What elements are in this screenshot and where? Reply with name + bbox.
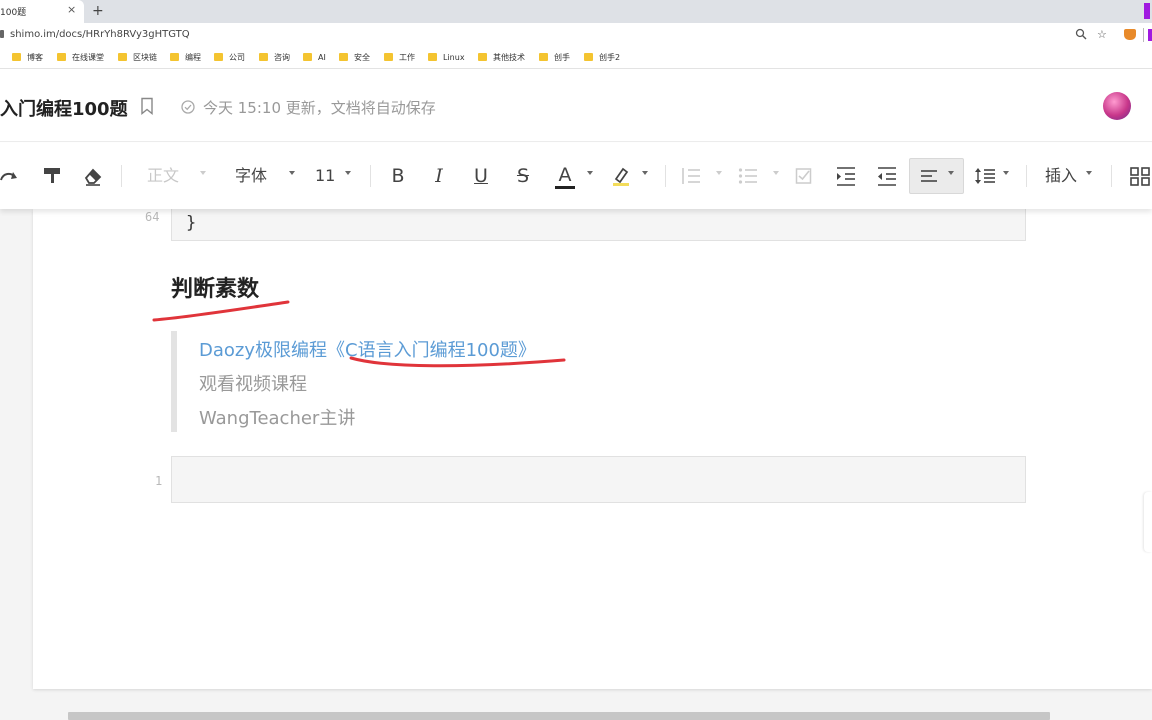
highlight-icon[interactable]	[611, 165, 631, 187]
folder-icon	[170, 53, 179, 61]
font-size-select[interactable]: 11	[315, 165, 335, 187]
folder-icon	[303, 53, 312, 61]
bookmark-item[interactable]: 安全	[339, 53, 370, 63]
extension-icon[interactable]	[1144, 3, 1150, 19]
font-color-button[interactable]: A	[555, 165, 575, 189]
toolbar-divider	[1026, 165, 1027, 187]
toolbar-divider	[1111, 165, 1112, 187]
font-family-select[interactable]: 字体	[235, 165, 267, 187]
bold-button[interactable]: B	[389, 165, 407, 187]
folder-icon	[259, 53, 268, 61]
quote-link-line[interactable]: Daozy极限编程《C语言入门编程100题》	[199, 336, 536, 362]
folder-icon	[118, 53, 127, 61]
code-block[interactable]	[171, 456, 1026, 503]
bookmark-item[interactable]: 博客	[12, 53, 43, 63]
toolbar-divider	[370, 165, 371, 187]
chevron-down-icon	[345, 171, 351, 175]
chevron-down-icon	[289, 171, 295, 175]
folder-icon	[428, 53, 437, 61]
underline-button[interactable]: U	[472, 165, 490, 187]
browser-tab[interactable]: 100题 ×	[0, 0, 84, 23]
folder-icon	[339, 53, 348, 61]
address-bar: shimo.im/docs/HRrYh8RVy3gHTGTQ ☆	[0, 23, 1152, 47]
format-painter-icon[interactable]	[43, 165, 61, 187]
bookmark-icon[interactable]	[140, 97, 154, 115]
insert-menu[interactable]: 插入	[1045, 165, 1077, 187]
quote-line[interactable]: WangTeacher主讲	[199, 404, 355, 430]
folder-icon	[214, 53, 223, 61]
horizontal-scrollbar[interactable]	[68, 712, 1050, 720]
bookmark-item[interactable]: AI	[303, 53, 326, 63]
browser-tabstrip: 100题 × +	[0, 0, 1152, 23]
chevron-down-icon	[587, 171, 593, 175]
folder-icon	[57, 53, 66, 61]
chevron-down-icon	[642, 171, 648, 175]
redo-icon[interactable]	[0, 165, 20, 187]
bookmark-item[interactable]: 其他技术	[478, 53, 525, 63]
toolbar-divider	[121, 165, 122, 187]
indent-increase-icon[interactable]	[836, 165, 856, 187]
new-tab-button[interactable]: +	[92, 2, 104, 20]
toolbar-divider	[1143, 28, 1144, 42]
indent-decrease-icon[interactable]	[877, 165, 897, 187]
doc-title[interactable]: 入门编程100题	[0, 95, 128, 121]
check-circle-icon	[181, 99, 195, 114]
code-line-number: 64	[145, 210, 160, 224]
bookmark-item[interactable]: Linux	[428, 53, 465, 63]
folder-icon	[12, 53, 21, 61]
format-toolbar: 正文 字体 11 B I U S A 插入	[0, 143, 1152, 209]
bullet-list-icon[interactable]	[738, 165, 758, 187]
section-heading[interactable]: 判断素数	[171, 271, 259, 303]
zoom-icon[interactable]	[1075, 28, 1087, 43]
line-spacing-icon[interactable]	[974, 165, 996, 187]
tab-title: 100题	[0, 8, 27, 18]
extension-icon[interactable]	[1148, 29, 1152, 41]
folder-icon	[478, 53, 487, 61]
clear-format-icon[interactable]	[83, 165, 103, 187]
avatar[interactable]	[1103, 92, 1131, 120]
checkbox-list-icon[interactable]	[795, 165, 813, 187]
document-page: 64 } 判断素数 Daozy极限编程《C语言入门编程100题》 观看视频课程 …	[33, 205, 1152, 689]
star-icon[interactable]: ☆	[1097, 28, 1107, 41]
bookmark-item[interactable]: 咨询	[259, 53, 290, 63]
quote-line[interactable]: 观看视频课程	[199, 370, 307, 396]
chevron-down-icon	[773, 171, 779, 175]
doc-header: 入门编程100题 今天 15:10 更新，文档将自动保存	[0, 70, 1152, 142]
save-status: 今天 15:10 更新，文档将自动保存	[203, 99, 436, 117]
toolbar-divider	[665, 165, 666, 187]
chevron-down-icon	[948, 171, 954, 175]
chevron-down-icon	[1086, 171, 1092, 175]
paragraph-style-select[interactable]: 正文	[147, 165, 179, 187]
bookmark-item[interactable]: 公司	[214, 53, 245, 63]
metamask-fox-icon[interactable]	[1124, 29, 1136, 40]
chevron-down-icon	[716, 171, 722, 175]
folder-icon	[384, 53, 393, 61]
code-block[interactable]: }	[171, 205, 1026, 241]
blockquote[interactable]: Daozy极限编程《C语言入门编程100题》 观看视频课程 WangTeache…	[171, 331, 671, 432]
code-line-number: 1	[155, 474, 163, 488]
bookmark-item[interactable]: 创手2	[584, 53, 620, 63]
italic-button[interactable]: I	[431, 165, 447, 187]
side-panel-handle[interactable]	[1144, 492, 1152, 552]
strikethrough-button[interactable]: S	[514, 165, 532, 187]
chevron-down-icon	[1003, 171, 1009, 175]
align-left-icon[interactable]	[920, 165, 938, 187]
folder-icon	[584, 53, 593, 61]
chevron-down-icon	[200, 171, 206, 175]
bookmarks-bar: 博客 在线课堂 区块链 编程 公司 咨询 AI 安全 工作 Linux 其他技术…	[0, 47, 1152, 69]
url-input[interactable]: shimo.im/docs/HRrYh8RVy3gHTGTQ	[10, 29, 190, 40]
close-icon[interactable]: ×	[67, 3, 76, 17]
ordered-list-icon[interactable]	[681, 165, 701, 187]
bookmark-item[interactable]: 工作	[384, 53, 415, 63]
table-icon[interactable]	[1130, 165, 1150, 187]
bookmark-item[interactable]: 编程	[170, 53, 201, 63]
editor-canvas: 64 } 判断素数 Daozy极限编程《C语言入门编程100题》 观看视频课程 …	[0, 205, 1152, 720]
lock-icon[interactable]	[0, 30, 4, 38]
bookmark-item[interactable]: 区块链	[118, 53, 157, 63]
folder-icon	[539, 53, 548, 61]
bookmark-item[interactable]: 创手	[539, 53, 570, 63]
bookmark-item[interactable]: 在线课堂	[57, 53, 104, 63]
code-line[interactable]: }	[186, 213, 196, 233]
